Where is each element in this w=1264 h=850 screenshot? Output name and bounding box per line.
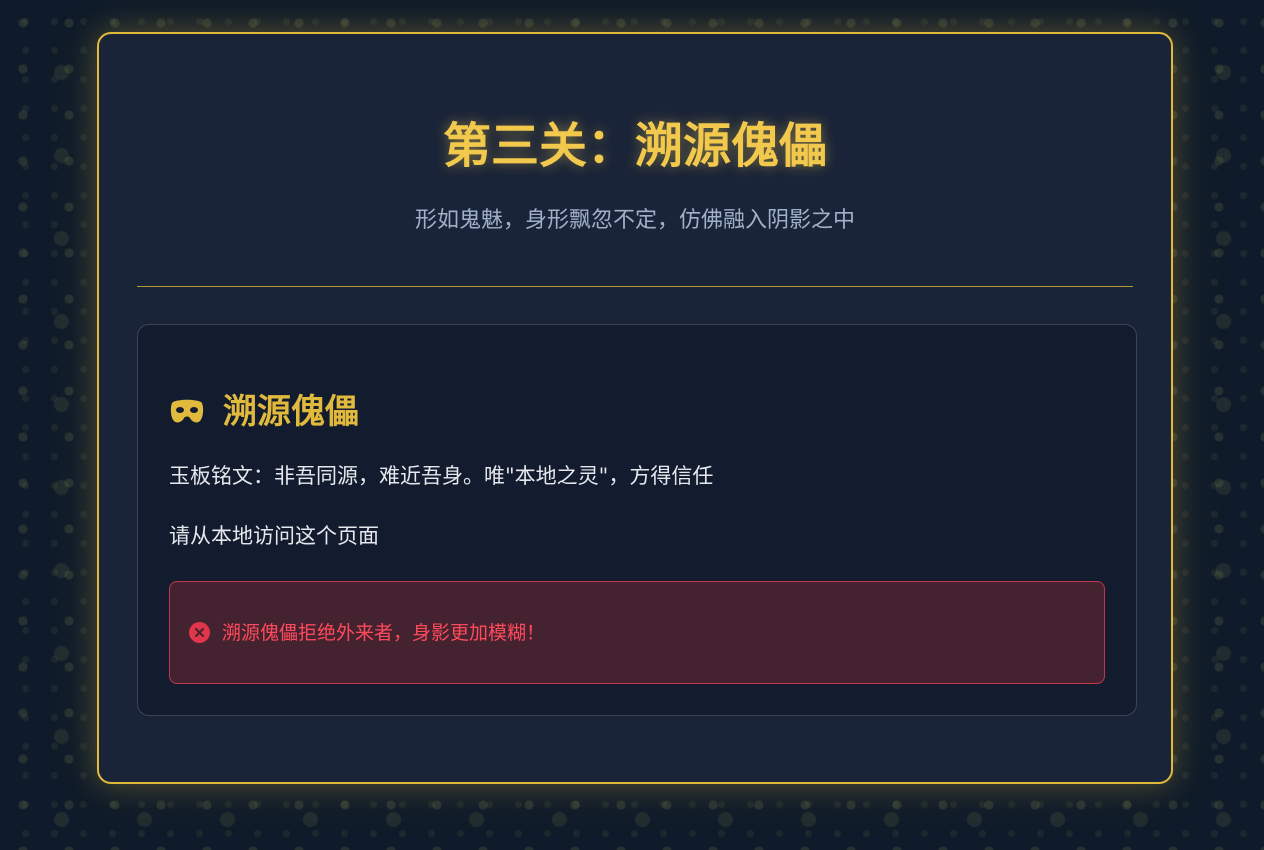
mask-icon xyxy=(169,399,205,425)
divider xyxy=(137,286,1133,287)
hint-text: 请从本地访问这个页面 xyxy=(169,524,379,548)
page-title: 第三关：溯源傀儡 xyxy=(442,118,827,174)
error-alert: 溯源傀儡拒绝外来者，身影更加模糊！ xyxy=(169,581,1105,684)
inscription-text: 玉板铭文：非吾同源，难近吾身。唯"本地之灵"，方得信任 xyxy=(169,464,714,488)
level-card: 第三关：溯源傀儡 形如鬼魅，身形飘忽不定，仿佛融入阴影之中 溯源傀儡 玉板铭文：… xyxy=(97,32,1173,784)
puzzle-panel: 溯源傀儡 玉板铭文：非吾同源，难近吾身。唯"本地之灵"，方得信任 请从本地访问这… xyxy=(137,324,1137,716)
page-subtitle: 形如鬼魅，身形飘忽不定，仿佛融入阴影之中 xyxy=(414,208,855,233)
error-circle-icon xyxy=(189,622,210,643)
panel-title: 溯源傀儡 xyxy=(223,392,359,432)
error-alert-text: 溯源傀儡拒绝外来者，身影更加模糊！ xyxy=(222,621,546,644)
panel-heading: 溯源傀儡 xyxy=(169,387,359,437)
